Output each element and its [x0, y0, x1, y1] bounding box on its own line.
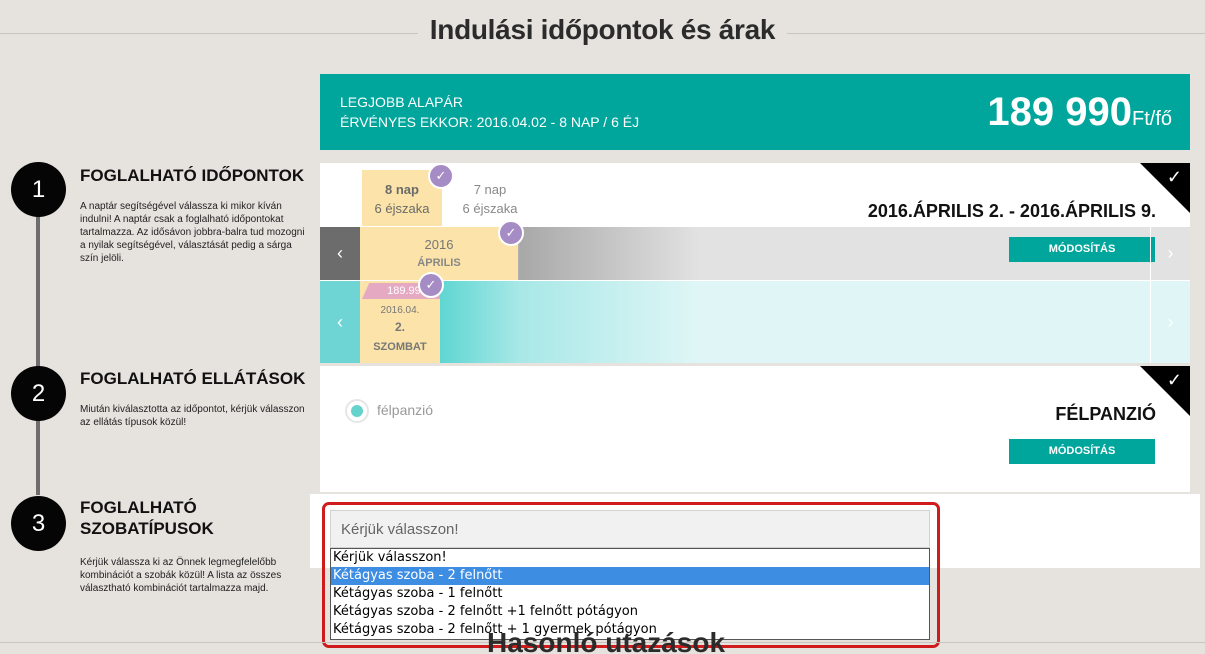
duration-days: 7 nap	[473, 182, 507, 197]
step-3-description: Kérjük válassza ki az Önnek legmegfelelő…	[80, 557, 282, 594]
page-title-text: Indulási időpontok és árak	[417, 14, 788, 45]
month-strip: ‹ 2016 ÁPRILIS MÓDOSÍTÁS ›	[320, 227, 1190, 280]
price-unit: Ft/fő	[1131, 108, 1172, 130]
modify-board-button[interactable]: MÓDOSÍTÁS	[1009, 439, 1155, 464]
steps-connector	[36, 190, 40, 495]
check-icon: ✓	[1166, 167, 1182, 187]
step-1-description: A naptár segítségével válassza ki mikor …	[80, 201, 305, 264]
duration-nights: 6 éjszaka	[374, 201, 430, 216]
step-2-number: 2	[11, 366, 66, 421]
step-2-description: Miután kiválasztotta az időpontot, kérjü…	[80, 404, 305, 428]
month-prev-arrow-icon[interactable]: ‹	[320, 227, 360, 280]
month-next-arrow-icon[interactable]: ›	[1150, 227, 1190, 280]
half-board-radio[interactable]	[345, 399, 369, 423]
month-cell-april[interactable]: 2016 ÁPRILIS	[360, 227, 518, 280]
check-icon: ✓	[1166, 370, 1182, 390]
step-2-title: FOGLALHATÓ ELLÁTÁSOK	[80, 369, 306, 388]
duration-nights: 6 éjszaka	[462, 201, 518, 216]
step-3-number: 3	[11, 496, 66, 551]
day-date: 2016.04.	[380, 305, 420, 316]
step-1-title: FOGLALHATÓ IDŐPONTOK	[80, 166, 305, 185]
modify-date-button[interactable]: MÓDOSÍTÁS	[1009, 237, 1155, 262]
month-year: 2016	[424, 237, 454, 252]
best-price: 189 990Ft/fő	[987, 90, 1172, 135]
similar-trips-title: Hasonló utazások	[487, 627, 726, 654]
best-price-label: LEGJOBB ALAPÁR	[340, 94, 463, 110]
day-next-arrow-icon[interactable]: ›	[1150, 281, 1190, 363]
selected-check-icon: ✓	[498, 220, 524, 246]
selected-board: FÉLPANZIÓ	[1055, 404, 1156, 424]
half-board-label[interactable]: félpanzió	[377, 402, 433, 418]
day-prev-arrow-icon[interactable]: ‹	[320, 281, 360, 363]
board-panel: ✓ félpanzió FÉLPANZIÓ MÓDOSÍTÁS	[320, 366, 1190, 492]
duration-option-7-days[interactable]: 7 nap 6 éjszaka	[450, 170, 530, 226]
step-3-title: FOGLALHATÓ SZOBATÍPUSOK	[80, 497, 214, 539]
month-name: ÁPRILIS	[417, 257, 461, 269]
day-number: 2.	[394, 320, 405, 334]
valid-date-label: ÉRVÉNYES EKKOR: 2016.04.02 - 8 NAP / 6 É…	[340, 114, 640, 130]
step-1-number: 1	[11, 162, 66, 217]
page-title: Indulási időpontok és árak	[0, 14, 1205, 46]
price-banner: LEGJOBB ALAPÁR ÉRVÉNYES EKKOR: 2016.04.0…	[320, 74, 1190, 150]
day-weekday: SZOMBAT	[373, 341, 427, 353]
step-3-title-line2: SZOBATÍPUSOK	[80, 519, 214, 538]
selected-date-range: 2016.ÁPRILIS 2. - 2016.ÁPRILIS 9.	[867, 201, 1156, 221]
selected-check-icon: ✓	[418, 272, 444, 298]
selected-check-icon: ✓	[428, 163, 454, 189]
dates-panel: ✓ 8 nap 6 éjszaka 7 nap 6 éjszaka ✓ 2016…	[320, 163, 1190, 363]
price-value: 189 990	[987, 90, 1132, 134]
day-strip: ‹ 189.990 2016.04. 2. SZOMBAT ›	[320, 281, 1190, 363]
step-3-title-line1: FOGLALHATÓ	[80, 498, 197, 517]
